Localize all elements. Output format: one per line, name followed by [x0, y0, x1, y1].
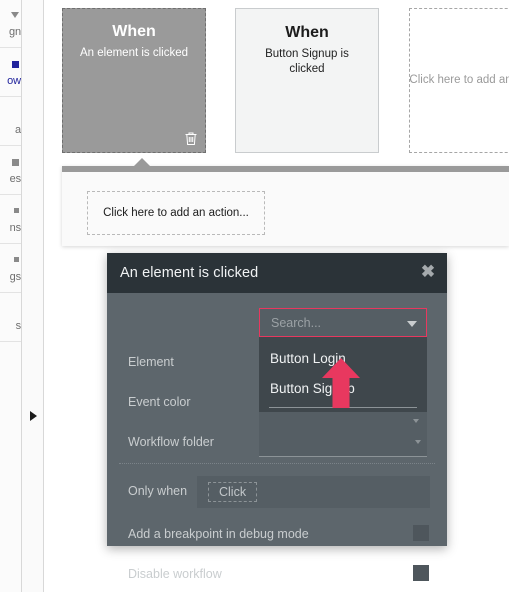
- logs-icon: [12, 306, 19, 313]
- row-label: Event color: [128, 395, 191, 409]
- disable-workflow-checkbox[interactable]: [413, 565, 429, 581]
- sidebar-item-settings[interactable]: gs: [0, 245, 21, 293]
- only-when-chip: Click: [208, 482, 258, 502]
- chevron-down-icon[interactable]: [407, 321, 417, 327]
- sidebar-item-workflow[interactable]: ow: [0, 49, 21, 97]
- sidebar-item-blank: [0, 343, 21, 592]
- row-label: Workflow folder: [128, 435, 214, 449]
- sidebar-item-logs[interactable]: s: [0, 294, 21, 342]
- sidebar-item-data[interactable]: a: [0, 98, 21, 146]
- left-sidebar: gn ow a es ns gs s: [0, 0, 22, 592]
- expand-sidebar-arrow-icon[interactable]: [22, 409, 44, 423]
- sidebar-item-styles[interactable]: es: [0, 147, 21, 195]
- dialog-title: An element is clicked: [120, 265, 259, 281]
- plug-icon: [14, 208, 19, 213]
- app-root: gn ow a es ns gs s When An element is cl…: [0, 0, 509, 592]
- event-card-title: When: [285, 24, 329, 41]
- add-action-label: Click here to add an action...: [103, 207, 249, 219]
- database-icon: [12, 110, 19, 117]
- sidebar-item-plugins[interactable]: ns: [0, 196, 21, 244]
- chevron-down-icon: [415, 440, 421, 444]
- add-event-placeholder: Click here to add an event...: [409, 74, 509, 86]
- trash-icon[interactable]: [184, 131, 198, 146]
- sidebar-item-label: ns: [9, 222, 21, 234]
- sidebar-gutter: [22, 0, 44, 592]
- row-breakpoint: Add a breakpoint in debug mode: [107, 524, 447, 548]
- checkbox-label: Add a breakpoint in debug mode: [128, 527, 309, 541]
- dialog-divider: [119, 463, 435, 464]
- search-placeholder: Search...: [271, 315, 322, 330]
- pencil-icon: [11, 12, 19, 18]
- option-label: Button Login: [270, 350, 346, 366]
- dropdown-option-list: Button Login Button Signup: [259, 337, 427, 412]
- sidebar-item-label: gn: [8, 26, 21, 38]
- event-card-title: When: [112, 23, 156, 40]
- dropdown-option-button-login[interactable]: Button Login: [259, 343, 427, 373]
- sidebar-item-label: s: [15, 320, 21, 332]
- event-card-add-new[interactable]: Click here to add an event...: [409, 8, 509, 153]
- actions-panel-topbar: [62, 166, 509, 172]
- dropdown-footer: [259, 412, 427, 434]
- dialog-header: An element is clicked ✖: [107, 253, 447, 293]
- checkbox-label: Disable workflow: [128, 567, 222, 581]
- event-card-button-signup[interactable]: When Button Signup is clicked: [235, 8, 379, 153]
- brush-icon: [12, 159, 19, 166]
- sidebar-item-label: a: [14, 124, 21, 136]
- flow-icon: [12, 61, 19, 68]
- actions-panel: Click here to add an action...: [62, 158, 509, 246]
- event-card-selected[interactable]: When An element is clicked: [62, 8, 206, 153]
- row-label: Element: [128, 355, 174, 369]
- sidebar-item-design[interactable]: gn: [0, 0, 21, 48]
- add-action-button[interactable]: Click here to add an action...: [87, 191, 265, 235]
- event-card-subtitle: An element is clicked: [79, 47, 189, 59]
- only-when-input[interactable]: Click: [197, 476, 430, 508]
- row-disable-workflow: Disable workflow: [107, 564, 447, 588]
- only-when-label: Only when: [128, 484, 188, 498]
- event-card-subtitle: Button Signup is clicked: [265, 48, 349, 75]
- option-label: Button Signup: [270, 380, 355, 396]
- row-only-when: Only when Click: [107, 476, 447, 508]
- element-dropdown-open: Search... Button Login Button Signup: [259, 308, 427, 434]
- close-icon[interactable]: ✖: [420, 263, 436, 280]
- breakpoint-checkbox[interactable]: [413, 525, 429, 541]
- chevron-down-icon: [413, 419, 419, 423]
- actions-panel-caret-icon: [133, 158, 151, 167]
- sidebar-item-label: ow: [7, 75, 21, 87]
- sidebar-item-label: gs: [9, 271, 21, 283]
- sidebar-item-label: es: [9, 173, 21, 185]
- search-input[interactable]: Search...: [259, 308, 427, 337]
- dropdown-option-button-signup[interactable]: Button Signup: [259, 373, 427, 403]
- dropdown-scrollbar[interactable]: [269, 407, 417, 408]
- gear-icon: [14, 257, 19, 262]
